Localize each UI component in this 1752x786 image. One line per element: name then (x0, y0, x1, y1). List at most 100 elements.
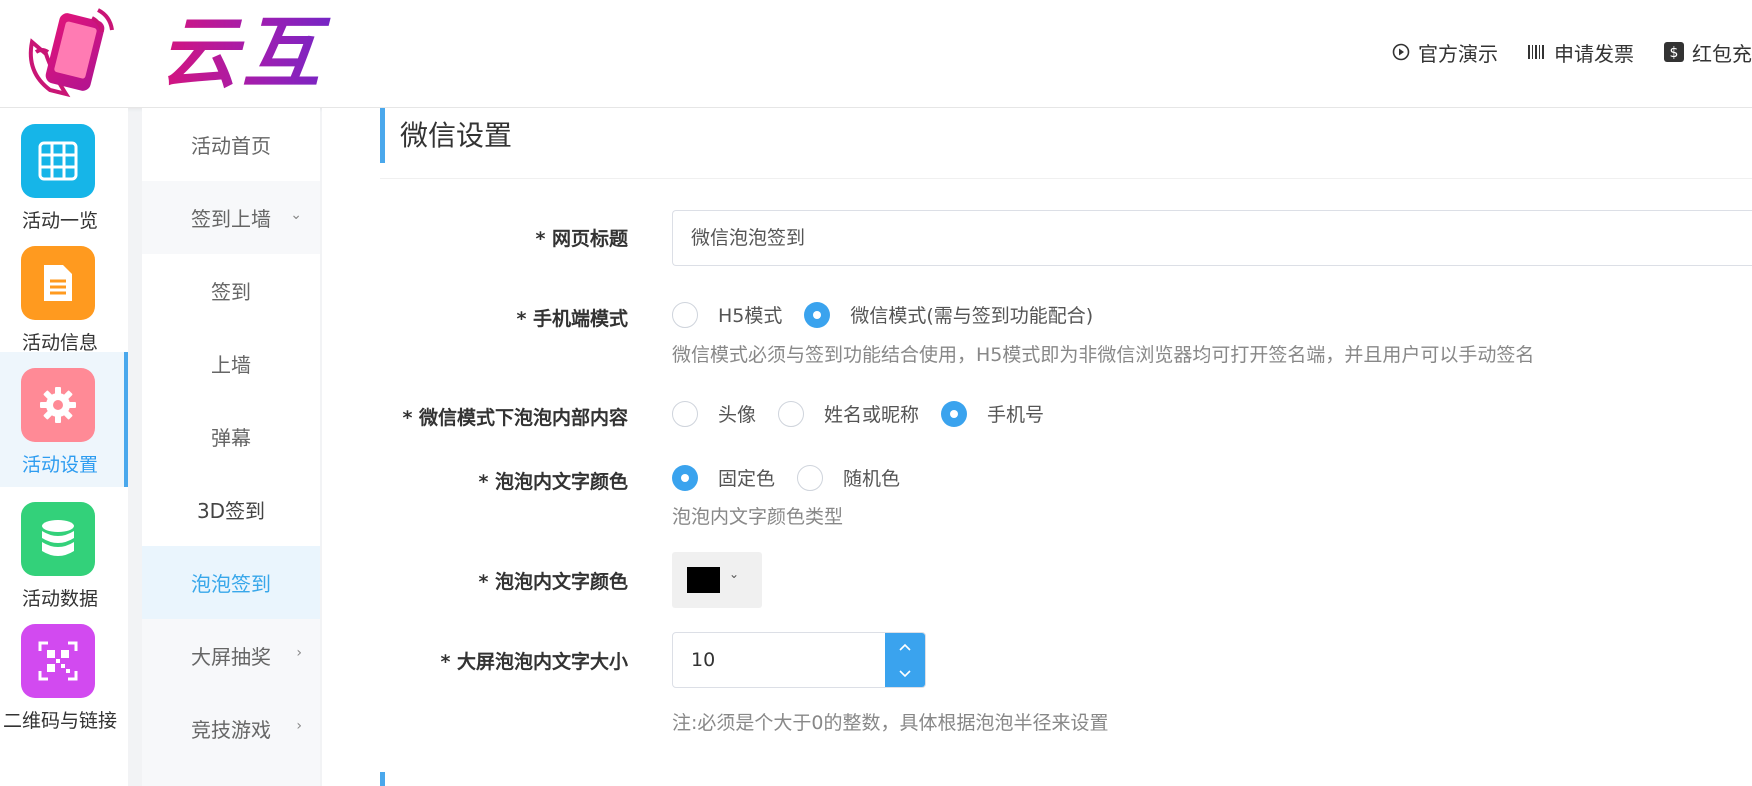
play-circle-icon (1392, 43, 1410, 61)
grid-icon (21, 124, 95, 198)
font-size-hint: 注:必须是个大于0的整数，具体根据泡泡半径来设置 (672, 712, 1109, 734)
text-color-type-radio-group: 固定色 随机色 (672, 464, 922, 491)
chevron-down-icon: ⌄ (290, 207, 302, 223)
mobile-mode-label: * 手机端模式 (516, 308, 628, 330)
svg-text:$: $ (1670, 45, 1679, 61)
dollar-icon: $ (1664, 42, 1684, 62)
radio-option-phone[interactable]: 手机号 (941, 400, 1044, 427)
submenu-item-label: 弹幕 (211, 426, 251, 450)
chevron-down-icon: ⌄ (729, 567, 740, 581)
number-stepper (885, 633, 925, 687)
radio-button[interactable] (797, 464, 824, 491)
font-size-value: 10 (691, 649, 716, 671)
radio-label: 头像 (718, 404, 757, 426)
qrcode-icon (21, 624, 95, 698)
topnav-demo-link[interactable]: 官方演示 (1392, 38, 1498, 67)
submenu-item-3d-signin[interactable]: 3D签到 (142, 473, 320, 546)
radio-label: 手机号 (987, 404, 1045, 426)
submenu-item-lottery[interactable]: 大屏抽奖 › (142, 619, 320, 692)
submenu-item-signin[interactable]: 签到 (142, 254, 320, 327)
submenu-item-label: 签到上墙 (191, 207, 271, 231)
topnav-invoice-link[interactable]: 申请发票 (1528, 38, 1634, 67)
submenu-item-label: 3D签到 (196, 499, 266, 523)
font-size-label: * 大屏泡泡内文字大小 (440, 651, 628, 673)
radio-button-selected[interactable] (804, 301, 831, 328)
submenu-item-home[interactable]: 活动首页 (142, 108, 320, 181)
page-title-label: * 网页标题 (535, 228, 628, 250)
sidebar-item-qrcode-links[interactable]: 二维码与链接 (0, 608, 128, 743)
bubble-content-radio-group: 头像 姓名或昵称 手机号 (672, 400, 1066, 427)
radio-option-avatar[interactable]: 头像 (672, 400, 756, 427)
radio-button[interactable] (672, 301, 698, 328)
sidebar-item-label: 二维码与链接 (2, 710, 117, 732)
sidebar-item-activity-settings[interactable]: 活动设置 (0, 352, 128, 487)
page-title-input[interactable]: 微信泡泡签到 (672, 210, 1752, 266)
submenu-item-label: 竞技游戏 (191, 718, 271, 742)
phone-hand-logo-icon (28, 8, 114, 98)
chevron-right-icon: › (296, 645, 302, 661)
next-section-accent (380, 772, 385, 786)
submenu-item-label: 签到 (211, 280, 251, 304)
brand-logo[interactable]: 云互动 (22, 2, 402, 199)
color-picker[interactable]: ⌄ (672, 552, 762, 608)
stepper-up-button[interactable] (885, 633, 925, 660)
radio-option-fixed-color[interactable]: 固定色 (672, 464, 775, 491)
text-color-label: * 泡泡内文字颜色 (478, 571, 628, 593)
chevron-down-icon (899, 669, 911, 677)
radio-option-h5[interactable]: H5模式 (672, 301, 782, 328)
radio-label: 随机色 (843, 468, 901, 490)
submenu-item-wall[interactable]: 上墙 (142, 327, 320, 400)
submenu-item-signin-wall[interactable]: 签到上墙 ⌄ (142, 181, 320, 254)
radio-button[interactable] (778, 400, 805, 427)
radio-label: 固定色 (718, 468, 776, 490)
chevron-up-icon (899, 643, 911, 651)
topnav-redpacket-link[interactable]: $ 红包充 (1664, 38, 1752, 67)
submenu-item-games[interactable]: 竞技游戏 › (142, 692, 320, 765)
font-size-input[interactable]: 10 (672, 632, 926, 688)
sidebar-item-label: 活动数据 (21, 588, 98, 610)
submenu-item-label: 上墙 (211, 353, 251, 377)
radio-option-random-color[interactable]: 随机色 (797, 464, 900, 491)
topnav-label: 红包充 (1692, 41, 1752, 66)
radio-button[interactable] (672, 400, 698, 427)
sidebar-item-label: 活动一览 (21, 210, 98, 232)
document-icon (21, 246, 95, 320)
radio-label: H5模式 (718, 305, 783, 327)
section-title: 微信设置 (380, 108, 512, 163)
submenu-item-label: 泡泡签到 (191, 572, 271, 596)
submenu-item-danmaku[interactable]: 弹幕 (142, 400, 320, 473)
mobile-mode-hint: 微信模式必须与签到功能结合使用，H5模式即为非微信浏览器均可打开签名端，并且用户… (672, 344, 1535, 366)
submenu-item-label: 活动首页 (191, 134, 271, 158)
radio-option-name[interactable]: 姓名或昵称 (778, 400, 919, 427)
main-content: 微信设置 * 网页标题 微信泡泡签到 * 手机端模式 H5模式 微信模式(需与签… (322, 108, 1752, 786)
gear-icon (21, 368, 95, 442)
secondary-sidebar: 活动首页 签到上墙 ⌄ 签到 上墙 弹幕 3D签到 泡泡签到 大屏抽奖 › 竞技游戏… (142, 108, 320, 786)
sidebar-item-activity-list[interactable]: 活动一览 (0, 108, 128, 243)
sidebar-item-label: 活动信息 (21, 332, 98, 354)
divider (380, 178, 1752, 179)
stepper-down-button[interactable] (885, 660, 925, 687)
text-color-type-label: * 泡泡内文字颜色 (478, 471, 628, 493)
top-header: 云互动 官方演示 申请发票 $ 红包充 (0, 0, 1752, 199)
mobile-mode-radio-group: H5模式 微信模式(需与签到功能配合) (672, 301, 1115, 328)
topnav-label: 申请发票 (1554, 41, 1634, 66)
text-color-type-hint: 泡泡内文字颜色类型 (672, 506, 844, 528)
submenu-item-bubble-signin[interactable]: 泡泡签到 (142, 546, 320, 619)
color-swatch (687, 567, 720, 593)
sidebar-item-activity-data[interactable]: 活动数据 (0, 486, 128, 621)
radio-label: 微信模式(需与签到功能配合) (850, 305, 1094, 327)
radio-option-wechat[interactable]: 微信模式(需与签到功能配合) (804, 301, 1093, 328)
sidebar-item-activity-info[interactable]: 活动信息 (0, 230, 128, 365)
chevron-right-icon: › (296, 718, 302, 734)
radio-label: 姓名或昵称 (824, 404, 920, 426)
bubble-content-label: * 微信模式下泡泡内部内容 (402, 407, 628, 429)
primary-sidebar: 活动一览 活动信息 活动设置 活动数据 二维码与链接 (0, 108, 128, 786)
radio-button-selected[interactable] (941, 400, 968, 427)
submenu-item-label: 大屏抽奖 (191, 645, 271, 669)
sidebar-item-label: 活动设置 (21, 454, 98, 476)
database-icon (21, 502, 95, 576)
radio-button-selected[interactable] (672, 464, 698, 491)
top-nav: 官方演示 申请发票 $ 红包充 (1362, 34, 1752, 70)
topnav-label: 官方演示 (1418, 41, 1498, 66)
barcode-icon (1528, 45, 1546, 59)
